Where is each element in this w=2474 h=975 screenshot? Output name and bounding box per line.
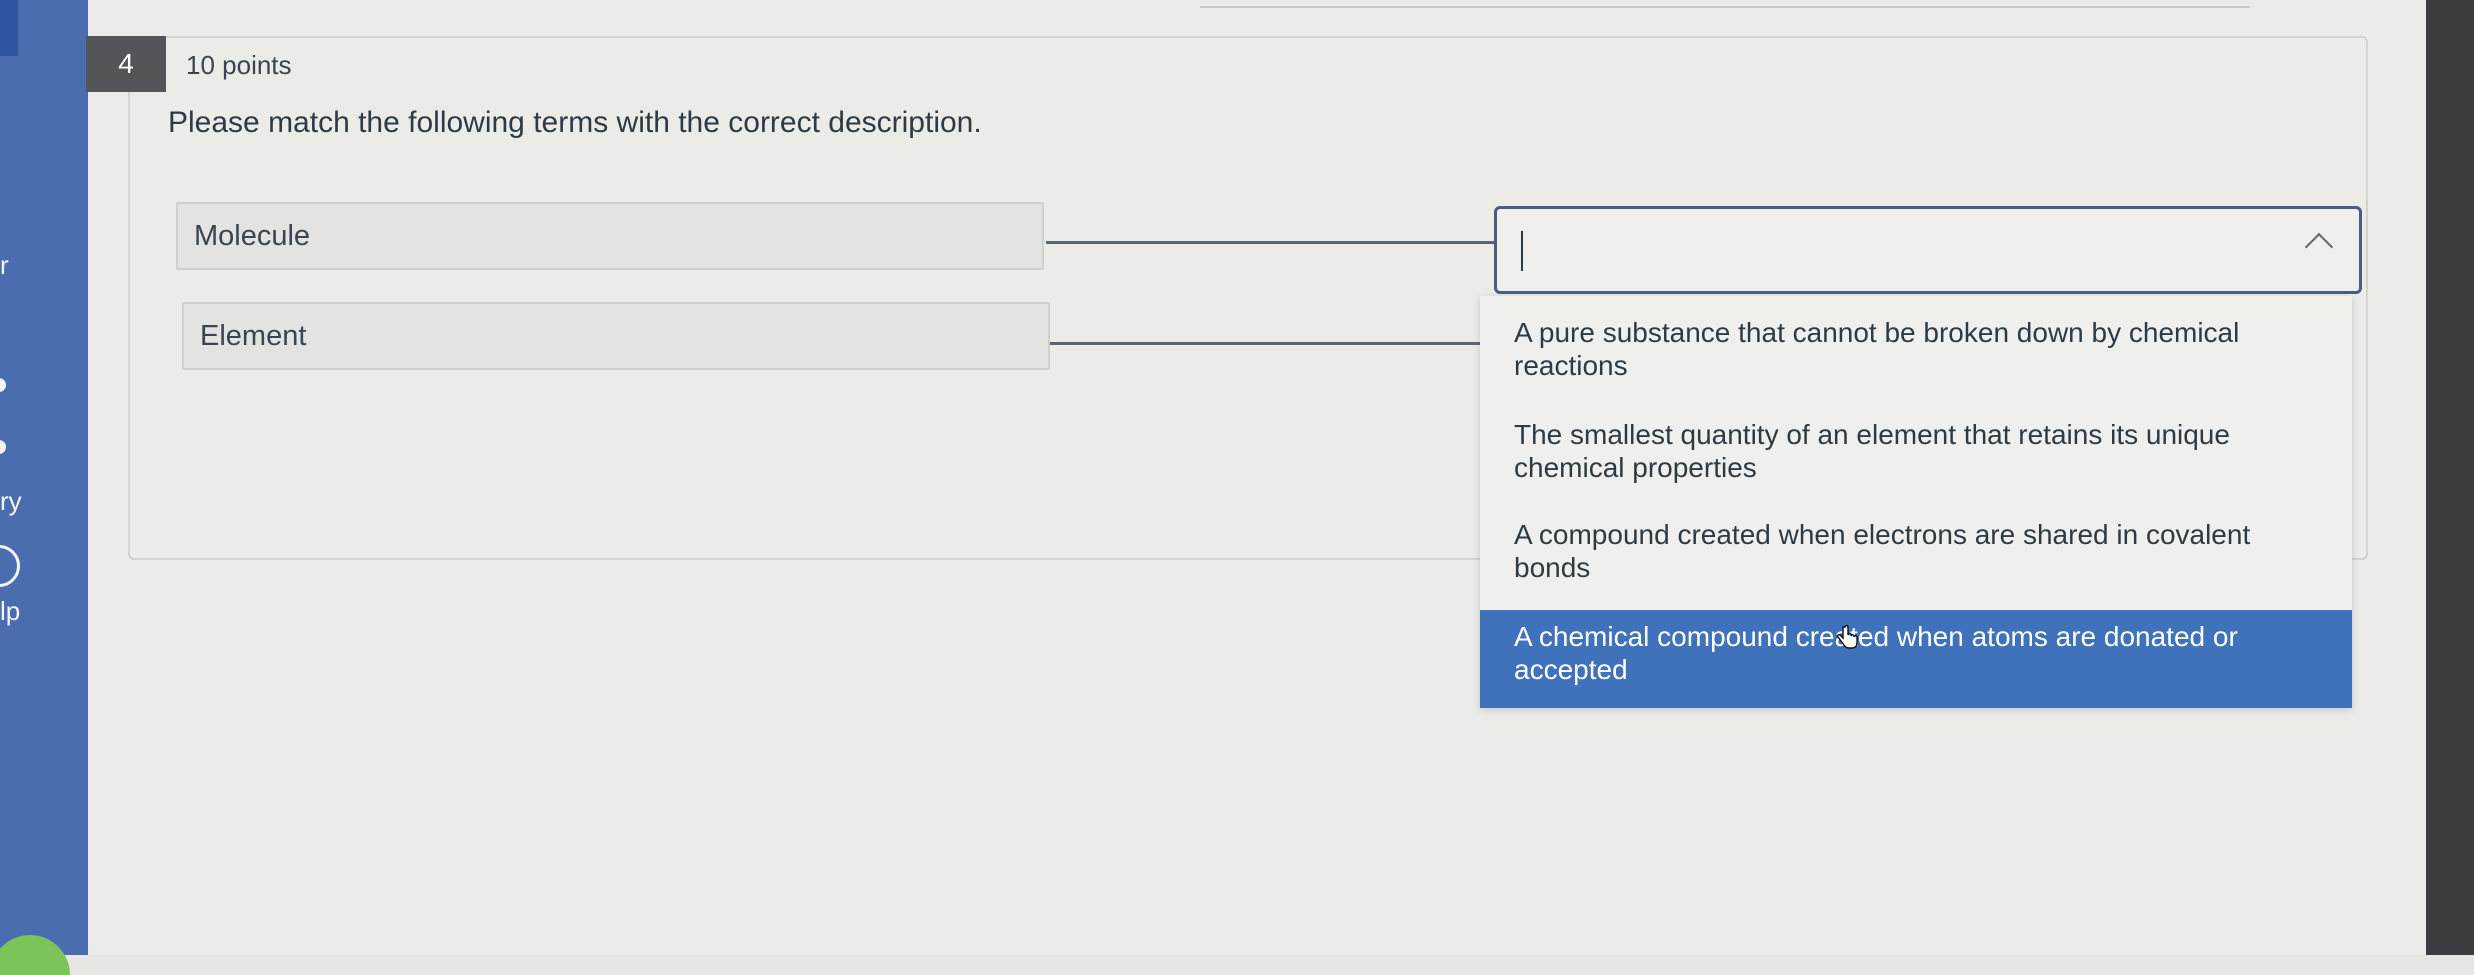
question-points: 10 points bbox=[186, 50, 292, 80]
dropdown-option-highlighted[interactable]: A chemical compound created when atoms a… bbox=[1480, 610, 2352, 708]
nav-active-marker bbox=[0, 0, 18, 56]
top-divider bbox=[1200, 6, 2250, 8]
connector-line-molecule bbox=[1046, 241, 1494, 244]
text-caret bbox=[1521, 231, 1523, 271]
term-element: Element bbox=[182, 302, 1050, 370]
nav-dot-icon bbox=[0, 440, 6, 454]
left-navigation: r ry lp bbox=[0, 0, 88, 975]
term-molecule: Molecule bbox=[176, 202, 1044, 270]
connector-line-element bbox=[1050, 342, 1490, 345]
nav-dot-icon bbox=[0, 378, 6, 392]
question-prompt: Please match the following terms with th… bbox=[168, 106, 982, 139]
nav-green-badge bbox=[0, 935, 70, 975]
dropdown-option[interactable]: The smallest quantity of an element that… bbox=[1480, 408, 2352, 494]
answer-select-molecule[interactable] bbox=[1494, 206, 2362, 294]
dropdown-option[interactable]: A pure substance that cannot be broken d… bbox=[1480, 306, 2352, 392]
dropdown-option[interactable]: A compound created when electrons are sh… bbox=[1480, 508, 2352, 594]
nav-item-label[interactable]: ry bbox=[0, 486, 22, 517]
dropdown-listbox: A pure substance that cannot be broken d… bbox=[1480, 296, 2352, 708]
screen-edge bbox=[2426, 0, 2474, 955]
question-number-badge: 4 bbox=[86, 36, 166, 92]
nav-item-label[interactable]: lp bbox=[0, 596, 20, 627]
nav-circle-icon[interactable] bbox=[0, 545, 20, 587]
hand-cursor-icon bbox=[1836, 625, 1858, 649]
nav-item-label[interactable]: r bbox=[0, 250, 9, 281]
chevron-up-icon[interactable] bbox=[2304, 232, 2334, 262]
